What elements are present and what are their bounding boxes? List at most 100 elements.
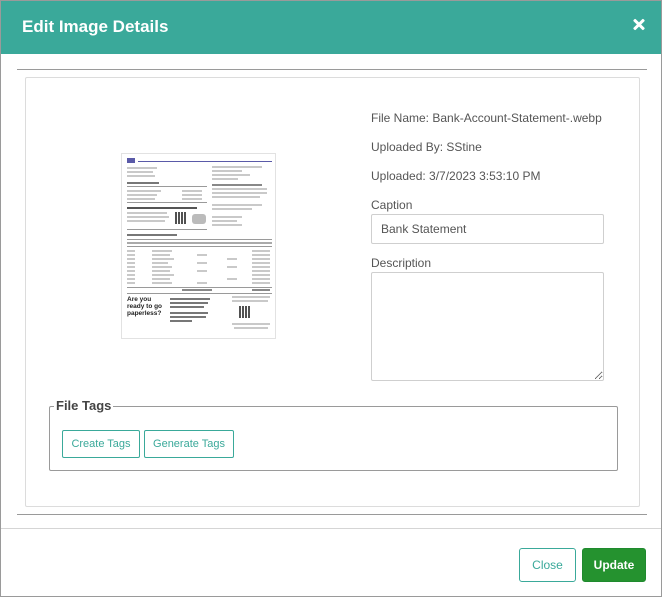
- preview-line: [252, 254, 270, 256]
- preview-line: [232, 296, 270, 298]
- preview-line: [212, 184, 262, 186]
- preview-headline: Are you ready to go paperless?: [127, 296, 163, 317]
- generate-tags-button[interactable]: Generate Tags: [144, 430, 234, 458]
- preview-line: [127, 239, 272, 240]
- preview-line: [127, 242, 272, 244]
- image-preview: Are you ready to go paperless?: [121, 153, 276, 339]
- preview-line: [127, 171, 153, 173]
- preview-line: [252, 266, 270, 268]
- preview-line: [182, 194, 202, 196]
- preview-line: [127, 194, 157, 196]
- preview-line: [152, 282, 172, 284]
- header-divider: [17, 69, 647, 70]
- preview-line: [127, 266, 135, 268]
- preview-line: [234, 327, 268, 329]
- preview-line: [212, 188, 267, 190]
- preview-line: [212, 220, 237, 222]
- caption-label: Caption: [371, 198, 413, 212]
- qr-code-icon: [175, 212, 187, 224]
- preview-line: [170, 302, 208, 304]
- preview-line: [138, 161, 272, 162]
- preview-line: [252, 278, 270, 280]
- preview-line: [182, 198, 202, 200]
- preview-line: [212, 170, 242, 172]
- preview-line: [232, 300, 268, 302]
- preview-line: [252, 274, 270, 276]
- description-label: Description: [371, 256, 432, 270]
- preview-line: [227, 278, 237, 280]
- preview-line: [252, 262, 270, 264]
- preview-line: [170, 320, 192, 322]
- preview-line: [197, 254, 207, 256]
- preview-line: [252, 270, 270, 272]
- preview-line: [127, 220, 165, 222]
- preview-line: [127, 175, 155, 177]
- preview-line: [252, 282, 270, 284]
- update-button[interactable]: Update: [582, 548, 646, 582]
- preview-line: [127, 258, 135, 260]
- preview-line: [152, 266, 172, 268]
- edit-image-modal: Edit Image Details Are you ready to go p…: [0, 0, 662, 597]
- footer-divider: [1, 528, 661, 529]
- preview-line: [127, 207, 197, 209]
- preview-line: [152, 250, 172, 252]
- preview-line: [170, 312, 208, 314]
- preview-line: [127, 202, 207, 203]
- preview-line: [127, 190, 161, 192]
- preview-line: [127, 229, 207, 230]
- preview-line: [212, 208, 252, 210]
- preview-line: [152, 254, 170, 256]
- preview-line: [212, 178, 238, 180]
- preview-line: [127, 234, 177, 236]
- preview-line: [212, 216, 242, 218]
- preview-line: [227, 258, 237, 260]
- preview-line: [127, 287, 272, 288]
- preview-line: [127, 282, 135, 284]
- preview-line: [182, 289, 212, 291]
- modal-header: Edit Image Details: [1, 1, 661, 54]
- close-button[interactable]: Close: [519, 548, 576, 582]
- preview-line: [127, 278, 135, 280]
- preview-line: [127, 250, 135, 252]
- bank-logo-icon: [127, 158, 135, 163]
- preview-line: [170, 316, 206, 318]
- preview-line: [227, 266, 237, 268]
- preview-line: [127, 182, 159, 184]
- preview-line: [212, 174, 250, 176]
- preview-line: [212, 166, 262, 168]
- close-icon[interactable]: [629, 14, 649, 34]
- preview-line: [252, 250, 270, 252]
- preview-line: [127, 293, 272, 294]
- preview-line: [127, 212, 167, 214]
- preview-line: [127, 254, 135, 256]
- preview-line: [212, 224, 242, 226]
- qr-code-icon: [239, 306, 251, 318]
- preview-line: [152, 258, 174, 260]
- preview-line: [182, 190, 202, 192]
- uploaded-by: Uploaded By: SStine: [371, 140, 482, 154]
- modal-title: Edit Image Details: [22, 17, 169, 36]
- content-divider: [17, 514, 647, 515]
- caption-input[interactable]: [371, 214, 604, 244]
- preview-line: [152, 278, 170, 280]
- preview-line: [127, 167, 157, 169]
- preview-line: [170, 306, 204, 308]
- preview-line: [152, 274, 174, 276]
- preview-line: [197, 270, 207, 272]
- preview-line: [212, 196, 260, 198]
- preview-line: [127, 186, 207, 187]
- preview-line: [127, 246, 272, 247]
- preview-line: [197, 282, 207, 284]
- description-input[interactable]: [371, 272, 604, 381]
- preview-line: [252, 289, 270, 291]
- coin-icon: [192, 214, 206, 224]
- preview-line: [152, 262, 168, 264]
- preview-line: [212, 204, 262, 206]
- preview-line: [127, 262, 135, 264]
- preview-line: [127, 274, 135, 276]
- content-panel: Are you ready to go paperless? File Name…: [25, 77, 640, 507]
- preview-line: [170, 298, 210, 300]
- create-tags-button[interactable]: Create Tags: [62, 430, 140, 458]
- preview-line: [212, 192, 267, 194]
- file-name: File Name: Bank-Account-Statement-.webp: [371, 111, 602, 125]
